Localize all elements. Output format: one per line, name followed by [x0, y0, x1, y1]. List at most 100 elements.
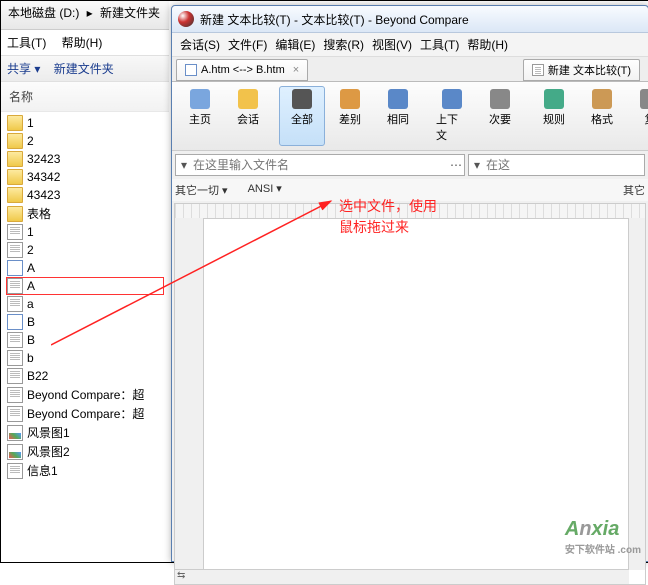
file-icon	[7, 463, 23, 479]
titlebar[interactable]: 新建 文本比较(T) - 文本比较(T) - Beyond Compare	[172, 6, 648, 33]
toolbar-相同[interactable]: 相同	[375, 86, 421, 146]
path-input-left[interactable]: ▾ ⋯	[175, 154, 465, 176]
crumb-drive[interactable]: 本地磁盘 (D:)	[6, 4, 81, 21]
list-item[interactable]: 风景图1	[1, 423, 169, 442]
file-name: 表格	[27, 205, 51, 222]
folder-icon	[7, 206, 23, 222]
toolbar-差别[interactable]: 差别	[327, 86, 373, 146]
file-name: 信息1	[27, 462, 58, 479]
menu-item[interactable]: 帮助(H)	[467, 38, 508, 52]
path-pane: ▾ ⋯ ▾	[172, 151, 648, 179]
tab-new[interactable]: 新建 文本比较(T)	[523, 59, 640, 81]
filename-input-left[interactable]	[191, 156, 449, 174]
file-name: B	[27, 315, 35, 329]
scrollbar-horizontal[interactable]	[175, 569, 629, 584]
list-item[interactable]: 表格	[1, 204, 169, 223]
close-icon[interactable]: ×	[293, 64, 299, 76]
file-name: Beyond Compare：超	[27, 405, 144, 422]
file-name: 2	[27, 134, 34, 148]
menu-help[interactable]: 帮助(H)	[62, 36, 103, 50]
list-item[interactable]: 1	[1, 223, 169, 241]
toolbar-次要[interactable]: 次要	[477, 86, 523, 146]
menu-item[interactable]: 搜索(R)	[323, 38, 364, 52]
title-text: 新建 文本比较(T) - 文本比较(T) - Beyond Compare	[200, 11, 642, 28]
dropdown-icon[interactable]: ▾	[470, 158, 484, 172]
menu-tools[interactable]: 工具(T)	[7, 36, 46, 50]
explorer-panel: 本地磁盘 (D:) ▸ 新建文件夹 工具(T) 帮助(H) 共享 ▾ 新建文件夹…	[1, 1, 169, 562]
folder-icon	[7, 187, 23, 203]
list-item[interactable]: A	[6, 277, 164, 295]
tool-share[interactable]: 共享 ▾	[7, 62, 40, 76]
toolbar-复[interactable]: 复	[627, 86, 648, 146]
toolbar: 主页会话全部差别相同上下文次要规则格式复	[172, 82, 648, 151]
tool-newfolder[interactable]: 新建文件夹	[54, 62, 114, 76]
list-item[interactable]: b	[1, 349, 169, 367]
menu-item[interactable]: 会话(S)	[180, 38, 220, 52]
list-item[interactable]: A	[1, 259, 169, 277]
file-name: 风景图2	[27, 443, 70, 460]
filter-other[interactable]: 其它一切 ▾	[175, 182, 228, 198]
breadcrumb[interactable]: 本地磁盘 (D:) ▸ 新建文件夹	[1, 1, 169, 30]
file-icon	[7, 444, 23, 460]
list-item[interactable]: 32423	[1, 150, 169, 168]
toolbar-全部[interactable]: 全部	[279, 86, 325, 146]
menu-item[interactable]: 编辑(E)	[275, 38, 315, 52]
menu-item[interactable]: 视图(V)	[372, 38, 412, 52]
toolbar-会话[interactable]: 会话	[225, 86, 271, 146]
tab-comparison[interactable]: A.htm <--> B.htm ×	[176, 59, 308, 81]
file-icon	[7, 368, 23, 384]
file-name: A	[27, 261, 35, 275]
filter-right[interactable]: 其它	[623, 182, 645, 198]
dropdown-icon[interactable]: ▾	[177, 158, 191, 172]
list-item[interactable]: Beyond Compare：超	[1, 404, 169, 423]
file-name: 1	[27, 225, 34, 239]
toolbar-主页[interactable]: 主页	[177, 86, 223, 146]
list-item[interactable]: B	[1, 331, 169, 349]
file-icon	[7, 406, 23, 422]
path-input-right[interactable]: ▾	[468, 154, 645, 176]
crumb-folder[interactable]: 新建文件夹	[98, 4, 162, 21]
folder-icon	[7, 169, 23, 185]
list-item[interactable]: a	[1, 295, 169, 313]
tab-label: 新建 文本比较(T)	[548, 62, 631, 78]
list-item[interactable]: Beyond Compare：超	[1, 385, 169, 404]
beyond-compare-window: 新建 文本比较(T) - 文本比较(T) - Beyond Compare 会话…	[171, 5, 648, 562]
list-item[interactable]: 43423	[1, 186, 169, 204]
toolbar-格式[interactable]: 格式	[579, 86, 625, 146]
file-name: 风景图1	[27, 424, 70, 441]
toolbar-icon	[292, 89, 312, 109]
menu-item[interactable]: 文件(F)	[228, 38, 267, 52]
file-icon	[7, 350, 23, 366]
file-name: 34342	[27, 170, 60, 184]
toolbar-规则[interactable]: 规则	[531, 86, 577, 146]
toolbar-icon	[490, 89, 510, 109]
list-item[interactable]: 1	[1, 114, 169, 132]
menu-item[interactable]: 工具(T)	[420, 38, 459, 52]
list-item[interactable]: 2	[1, 241, 169, 259]
filter-encoding[interactable]: ANSI ▾	[248, 182, 282, 198]
browse-icon[interactable]: ⋯	[449, 158, 463, 172]
file-list: 12324233434243423表格12AAaBBbB22Beyond Com…	[1, 112, 169, 482]
file-name: 32423	[27, 152, 60, 166]
list-item[interactable]: B	[1, 313, 169, 331]
filename-input-right[interactable]	[484, 156, 643, 174]
list-item[interactable]: B22	[1, 367, 169, 385]
toolbar-icon	[640, 89, 648, 109]
file-icon	[532, 64, 544, 76]
file-icon	[7, 242, 23, 258]
list-item[interactable]: 信息1	[1, 461, 169, 480]
list-item[interactable]: 34342	[1, 168, 169, 186]
file-name: b	[27, 351, 34, 365]
column-header-name[interactable]: 名称	[1, 82, 169, 112]
app-icon	[178, 11, 194, 27]
list-item[interactable]: 风景图2	[1, 442, 169, 461]
crumb-sep: ▸	[85, 6, 95, 20]
toolbar-icon	[442, 89, 462, 109]
explorer-toolbar: 共享 ▾ 新建文件夹	[1, 56, 169, 82]
file-icon	[7, 278, 23, 294]
file-icon	[7, 314, 23, 330]
list-item[interactable]: 2	[1, 132, 169, 150]
toolbar-上下文[interactable]: 上下文	[429, 86, 475, 146]
file-name: B22	[27, 369, 48, 383]
file-name: a	[27, 297, 34, 311]
